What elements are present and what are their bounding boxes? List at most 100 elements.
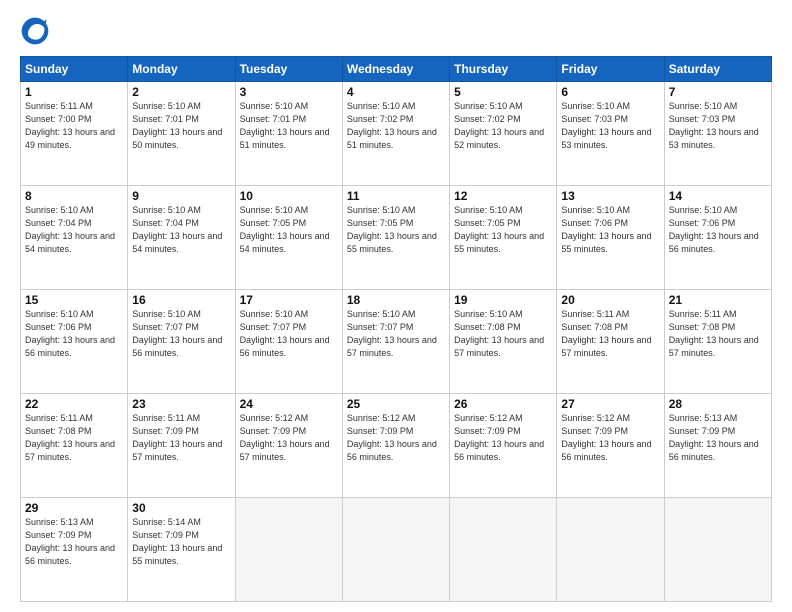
calendar-cell: 10 Sunrise: 5:10 AMSunset: 7:05 PMDaylig… xyxy=(235,186,342,290)
calendar-cell: 3 Sunrise: 5:10 AMSunset: 7:01 PMDayligh… xyxy=(235,82,342,186)
day-number: 24 xyxy=(240,397,338,411)
calendar-cell: 2 Sunrise: 5:10 AMSunset: 7:01 PMDayligh… xyxy=(128,82,235,186)
day-number: 27 xyxy=(561,397,659,411)
calendar-cell: 7 Sunrise: 5:10 AMSunset: 7:03 PMDayligh… xyxy=(664,82,771,186)
day-number: 17 xyxy=(240,293,338,307)
day-info: Sunrise: 5:11 AMSunset: 7:08 PMDaylight:… xyxy=(561,309,651,358)
calendar-cell: 29 Sunrise: 5:13 AMSunset: 7:09 PMDaylig… xyxy=(21,498,128,602)
weekday-header-monday: Monday xyxy=(128,57,235,82)
day-info: Sunrise: 5:10 AMSunset: 7:06 PMDaylight:… xyxy=(669,205,759,254)
day-info: Sunrise: 5:12 AMSunset: 7:09 PMDaylight:… xyxy=(561,413,651,462)
weekday-header-friday: Friday xyxy=(557,57,664,82)
calendar-cell: 4 Sunrise: 5:10 AMSunset: 7:02 PMDayligh… xyxy=(342,82,449,186)
day-info: Sunrise: 5:11 AMSunset: 7:08 PMDaylight:… xyxy=(669,309,759,358)
logo-icon xyxy=(20,16,50,46)
day-number: 11 xyxy=(347,189,445,203)
day-number: 9 xyxy=(132,189,230,203)
day-number: 26 xyxy=(454,397,552,411)
day-info: Sunrise: 5:10 AMSunset: 7:05 PMDaylight:… xyxy=(347,205,437,254)
day-info: Sunrise: 5:13 AMSunset: 7:09 PMDaylight:… xyxy=(669,413,759,462)
weekday-header-thursday: Thursday xyxy=(450,57,557,82)
calendar-cell: 14 Sunrise: 5:10 AMSunset: 7:06 PMDaylig… xyxy=(664,186,771,290)
calendar-week-4: 22 Sunrise: 5:11 AMSunset: 7:08 PMDaylig… xyxy=(21,394,772,498)
day-info: Sunrise: 5:11 AMSunset: 7:09 PMDaylight:… xyxy=(132,413,222,462)
header xyxy=(20,16,772,46)
weekday-header-wednesday: Wednesday xyxy=(342,57,449,82)
calendar-cell: 15 Sunrise: 5:10 AMSunset: 7:06 PMDaylig… xyxy=(21,290,128,394)
day-info: Sunrise: 5:14 AMSunset: 7:09 PMDaylight:… xyxy=(132,517,222,566)
day-info: Sunrise: 5:12 AMSunset: 7:09 PMDaylight:… xyxy=(240,413,330,462)
day-info: Sunrise: 5:10 AMSunset: 7:03 PMDaylight:… xyxy=(561,101,651,150)
day-number: 21 xyxy=(669,293,767,307)
day-info: Sunrise: 5:11 AMSunset: 7:08 PMDaylight:… xyxy=(25,413,115,462)
day-number: 25 xyxy=(347,397,445,411)
day-info: Sunrise: 5:11 AMSunset: 7:00 PMDaylight:… xyxy=(25,101,115,150)
day-number: 8 xyxy=(25,189,123,203)
day-info: Sunrise: 5:10 AMSunset: 7:07 PMDaylight:… xyxy=(347,309,437,358)
calendar-cell: 11 Sunrise: 5:10 AMSunset: 7:05 PMDaylig… xyxy=(342,186,449,290)
day-number: 7 xyxy=(669,85,767,99)
calendar-cell: 17 Sunrise: 5:10 AMSunset: 7:07 PMDaylig… xyxy=(235,290,342,394)
page: SundayMondayTuesdayWednesdayThursdayFrid… xyxy=(0,0,792,612)
day-number: 4 xyxy=(347,85,445,99)
calendar-cell: 16 Sunrise: 5:10 AMSunset: 7:07 PMDaylig… xyxy=(128,290,235,394)
day-number: 28 xyxy=(669,397,767,411)
day-info: Sunrise: 5:10 AMSunset: 7:03 PMDaylight:… xyxy=(669,101,759,150)
calendar-week-5: 29 Sunrise: 5:13 AMSunset: 7:09 PMDaylig… xyxy=(21,498,772,602)
day-info: Sunrise: 5:10 AMSunset: 7:05 PMDaylight:… xyxy=(240,205,330,254)
day-number: 19 xyxy=(454,293,552,307)
day-info: Sunrise: 5:10 AMSunset: 7:02 PMDaylight:… xyxy=(347,101,437,150)
calendar-week-3: 15 Sunrise: 5:10 AMSunset: 7:06 PMDaylig… xyxy=(21,290,772,394)
calendar-cell: 8 Sunrise: 5:10 AMSunset: 7:04 PMDayligh… xyxy=(21,186,128,290)
calendar-cell: 18 Sunrise: 5:10 AMSunset: 7:07 PMDaylig… xyxy=(342,290,449,394)
calendar-cell: 27 Sunrise: 5:12 AMSunset: 7:09 PMDaylig… xyxy=(557,394,664,498)
day-info: Sunrise: 5:10 AMSunset: 7:05 PMDaylight:… xyxy=(454,205,544,254)
day-number: 12 xyxy=(454,189,552,203)
day-number: 22 xyxy=(25,397,123,411)
day-info: Sunrise: 5:13 AMSunset: 7:09 PMDaylight:… xyxy=(25,517,115,566)
day-number: 18 xyxy=(347,293,445,307)
calendar-cell: 6 Sunrise: 5:10 AMSunset: 7:03 PMDayligh… xyxy=(557,82,664,186)
day-info: Sunrise: 5:10 AMSunset: 7:06 PMDaylight:… xyxy=(25,309,115,358)
day-info: Sunrise: 5:10 AMSunset: 7:07 PMDaylight:… xyxy=(240,309,330,358)
day-number: 5 xyxy=(454,85,552,99)
day-info: Sunrise: 5:12 AMSunset: 7:09 PMDaylight:… xyxy=(347,413,437,462)
day-info: Sunrise: 5:10 AMSunset: 7:01 PMDaylight:… xyxy=(132,101,222,150)
logo xyxy=(20,16,56,46)
day-number: 14 xyxy=(669,189,767,203)
calendar-cell xyxy=(342,498,449,602)
calendar-cell xyxy=(557,498,664,602)
day-info: Sunrise: 5:10 AMSunset: 7:04 PMDaylight:… xyxy=(25,205,115,254)
weekday-header-sunday: Sunday xyxy=(21,57,128,82)
weekday-header-saturday: Saturday xyxy=(664,57,771,82)
weekday-header-tuesday: Tuesday xyxy=(235,57,342,82)
day-number: 30 xyxy=(132,501,230,515)
calendar-cell: 30 Sunrise: 5:14 AMSunset: 7:09 PMDaylig… xyxy=(128,498,235,602)
day-info: Sunrise: 5:10 AMSunset: 7:02 PMDaylight:… xyxy=(454,101,544,150)
calendar-table: SundayMondayTuesdayWednesdayThursdayFrid… xyxy=(20,56,772,602)
day-number: 23 xyxy=(132,397,230,411)
calendar-cell: 5 Sunrise: 5:10 AMSunset: 7:02 PMDayligh… xyxy=(450,82,557,186)
calendar-week-1: 1 Sunrise: 5:11 AMSunset: 7:00 PMDayligh… xyxy=(21,82,772,186)
day-number: 3 xyxy=(240,85,338,99)
calendar-cell: 13 Sunrise: 5:10 AMSunset: 7:06 PMDaylig… xyxy=(557,186,664,290)
day-number: 20 xyxy=(561,293,659,307)
day-number: 16 xyxy=(132,293,230,307)
day-info: Sunrise: 5:10 AMSunset: 7:04 PMDaylight:… xyxy=(132,205,222,254)
day-number: 29 xyxy=(25,501,123,515)
calendar-cell: 23 Sunrise: 5:11 AMSunset: 7:09 PMDaylig… xyxy=(128,394,235,498)
calendar-cell: 22 Sunrise: 5:11 AMSunset: 7:08 PMDaylig… xyxy=(21,394,128,498)
calendar-cell: 19 Sunrise: 5:10 AMSunset: 7:08 PMDaylig… xyxy=(450,290,557,394)
calendar-cell: 12 Sunrise: 5:10 AMSunset: 7:05 PMDaylig… xyxy=(450,186,557,290)
calendar-cell: 24 Sunrise: 5:12 AMSunset: 7:09 PMDaylig… xyxy=(235,394,342,498)
calendar-cell: 9 Sunrise: 5:10 AMSunset: 7:04 PMDayligh… xyxy=(128,186,235,290)
calendar-cell: 1 Sunrise: 5:11 AMSunset: 7:00 PMDayligh… xyxy=(21,82,128,186)
calendar-week-2: 8 Sunrise: 5:10 AMSunset: 7:04 PMDayligh… xyxy=(21,186,772,290)
calendar-cell: 21 Sunrise: 5:11 AMSunset: 7:08 PMDaylig… xyxy=(664,290,771,394)
calendar-cell: 25 Sunrise: 5:12 AMSunset: 7:09 PMDaylig… xyxy=(342,394,449,498)
day-info: Sunrise: 5:10 AMSunset: 7:08 PMDaylight:… xyxy=(454,309,544,358)
day-info: Sunrise: 5:10 AMSunset: 7:01 PMDaylight:… xyxy=(240,101,330,150)
calendar-cell: 20 Sunrise: 5:11 AMSunset: 7:08 PMDaylig… xyxy=(557,290,664,394)
calendar-cell xyxy=(235,498,342,602)
day-number: 10 xyxy=(240,189,338,203)
